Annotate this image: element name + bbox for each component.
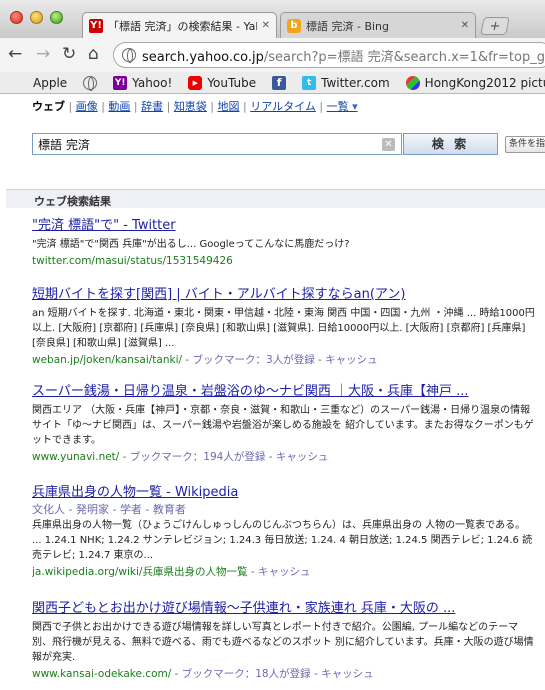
bookmark-twitter[interactable]: t Twitter.com <box>296 75 396 90</box>
search-category-tabs: ウェブ | 画像 | 動画 | 辞書 | 知恵袋 | 地図 | リアルタイム |… <box>32 98 358 114</box>
zoom-window-button[interactable] <box>50 11 63 24</box>
result-title-link[interactable]: スーパー銭湯・日帰り温泉・岩盤浴のゆ〜ナビ関西 ｜大阪・兵庫【神戸 ... <box>32 383 537 400</box>
bookmark-count-link[interactable]: ブックマーク：3人が登録 <box>193 354 315 366</box>
tag-link[interactable]: 学者 <box>120 503 142 516</box>
globe-icon <box>83 75 98 91</box>
result-title-link[interactable]: "完済 標語"で" - Twitter <box>32 217 537 234</box>
tab-more[interactable]: 一覧 <box>327 100 358 113</box>
yahoo-icon: Y! <box>113 75 128 90</box>
bookmark-count-link[interactable]: ブックマーク：194人が登録 <box>130 451 266 463</box>
apple-icon <box>14 76 28 90</box>
picasa-icon <box>405 75 420 90</box>
youtube-icon: ▶ <box>188 75 203 90</box>
search-button[interactable]: 検 索 <box>403 133 498 155</box>
tag-link[interactable]: 教育者 <box>153 503 186 516</box>
search-input[interactable] <box>32 133 402 155</box>
result-title-link[interactable]: 兵庫県出身の人物一覧 - Wikipedia <box>32 484 537 501</box>
result-url-line: www.yunavi.net/ - ブックマーク：194人が登録 - キャッシュ <box>32 451 329 463</box>
results-heading: ウェブ検索結果 <box>6 189 545 208</box>
result-snippet: 兵庫県出身の人物一覧（ひょうごけんしゅっしんのじんぶつちらん）は、兵庫県出身の … <box>32 520 533 561</box>
tag-link[interactable]: 発明家 <box>76 503 109 516</box>
search-results-page: ウェブ | 画像 | 動画 | 辞書 | 知恵袋 | 地図 | リアルタイム |… <box>0 94 545 690</box>
facebook-icon: f <box>272 75 287 90</box>
result-snippet: 関西で子供とお出かけできる遊び場情報を詳しい写真とレポート付きで紹介。公園編, … <box>32 622 534 663</box>
tab-title: 標語 完済 - Bing <box>306 19 390 33</box>
back-arrow-icon[interactable]: ← <box>8 44 22 64</box>
bookmark-youtube[interactable]: ▶ YouTube <box>182 75 262 90</box>
bookmark-count-link[interactable]: ブックマーク：18人が登録 <box>182 668 311 680</box>
bookmarks-bar: Apple Y! Yahoo! ▶ YouTube f t Twitter.co… <box>0 72 545 94</box>
cache-link[interactable]: キャッシュ <box>258 566 311 578</box>
cache-link[interactable]: キャッシュ <box>325 354 378 366</box>
tab-yahoo-search[interactable]: Y! 「標語 完済」の検索結果 - Yahoo! ✕ <box>82 12 277 38</box>
tab-images[interactable]: 画像 <box>76 100 98 113</box>
result-url-line: www.kansai-odekake.com/ - ブックマーク：18人が登録 … <box>32 668 374 680</box>
forward-arrow-icon[interactable]: → <box>36 44 50 64</box>
yahoo-favicon-icon: Y! <box>89 18 103 33</box>
bookmark-facebook[interactable]: f <box>266 75 292 90</box>
result-url[interactable]: ja.wikipedia.org/wiki/兵庫県出身の人物一覧 <box>32 566 247 578</box>
home-icon[interactable]: ⌂ <box>88 44 99 64</box>
tag-link[interactable]: 文化人 <box>32 503 65 516</box>
result-url[interactable]: weban.jp/joken/kansai/tanki/ <box>32 354 182 366</box>
tab-map[interactable]: 地図 <box>218 100 240 113</box>
tab-title: 「標語 完済」の検索結果 - Yahoo! <box>108 19 257 33</box>
browser-toolbar: ← → ↻ ⌂ search.yahoo.co.jp/search?p=標語 完… <box>0 38 545 72</box>
result-url-line: twitter.com/masui/status/1531549426 <box>32 254 537 269</box>
result-url[interactable]: www.yunavi.net/ <box>32 451 119 463</box>
bing-favicon-icon: b <box>287 18 301 33</box>
reload-icon[interactable]: ↻ <box>62 44 76 64</box>
result-tags: 文化人 - 発明家 - 学者 - 教育者 <box>32 503 186 516</box>
result-title-link[interactable]: 関西子どもとお出かけ遊び場情報〜子供連れ・家族連れ 兵庫・大阪の ... <box>32 600 537 617</box>
result-item: スーパー銭湯・日帰り温泉・岩盤浴のゆ〜ナビ関西 ｜大阪・兵庫【神戸 ... 関西… <box>32 383 537 465</box>
bookmark-yahoo[interactable]: Y! Yahoo! <box>107 75 178 90</box>
result-item: 兵庫県出身の人物一覧 - Wikipedia 文化人 - 発明家 - 学者 - … <box>32 484 537 580</box>
result-item: 関西子どもとお出かけ遊び場情報〜子供連れ・家族連れ 兵庫・大阪の ... 関西で… <box>32 600 537 682</box>
tab-realtime[interactable]: リアルタイム <box>250 100 316 113</box>
bookmark-hongkong[interactable]: HongKong2012 pictures <box>400 75 545 90</box>
cache-link[interactable]: キャッシュ <box>321 668 374 680</box>
close-window-button[interactable] <box>10 11 23 24</box>
result-item: "完済 標語"で" - Twitter "完済 標語"で"関西 兵庫"が出るし.… <box>32 217 537 269</box>
globe-icon <box>122 48 136 63</box>
address-bar[interactable]: search.yahoo.co.jp/search?p=標語 完済&search… <box>113 42 545 68</box>
new-tab-button[interactable]: + <box>480 17 510 35</box>
result-item: 短期バイトを探す[関西] | バイト・アルバイト探すならan(アン) an 短期… <box>32 286 537 368</box>
result-url-line: weban.jp/joken/kansai/tanki/ - ブックマーク：3人… <box>32 354 378 366</box>
result-url[interactable]: www.kansai-odekake.com/ <box>32 668 171 680</box>
tab-video[interactable]: 動画 <box>108 100 130 113</box>
tab-web: ウェブ <box>32 100 65 113</box>
result-snippet: "完済 標語"で"関西 兵庫"が出るし... Googleってこんなに馬鹿だっけ… <box>32 239 350 250</box>
url-text: search.yahoo.co.jp/search?p=標語 完済&search… <box>142 49 545 65</box>
twitter-icon: t <box>302 75 317 90</box>
result-url-line: ja.wikipedia.org/wiki/兵庫県出身の人物一覧 - キャッシュ <box>32 566 311 578</box>
result-title-link[interactable]: 短期バイトを探す[関西] | バイト・アルバイト探すならan(アン) <box>32 286 537 303</box>
bookmark-apple[interactable]: Apple <box>8 76 73 90</box>
close-tab-icon[interactable]: ✕ <box>262 20 270 31</box>
result-snippet: 関西エリア （大阪・兵庫【神戸】・京都・奈良・滋賀・和歌山・三重など）のスーパー… <box>32 405 534 446</box>
minimize-window-button[interactable] <box>30 11 43 24</box>
clear-input-icon[interactable]: ✕ <box>382 138 395 151</box>
result-url[interactable]: twitter.com/masui/status/1531549426 <box>32 255 233 267</box>
condition-button[interactable]: 条件を指定 <box>505 136 545 153</box>
tab-dictionary[interactable]: 辞書 <box>141 100 163 113</box>
result-snippet: an 短期バイトを探す. 北海道・東北・関東・甲信越・北陸・東海 関西 中国・四… <box>32 308 535 349</box>
tab-bing-search[interactable]: b 標語 完済 - Bing ✕ <box>280 12 476 38</box>
tab-chiebukuro[interactable]: 知恵袋 <box>174 100 207 113</box>
cache-link[interactable]: キャッシュ <box>276 451 329 463</box>
browser-titlebar: Y! 「標語 完済」の検索結果 - Yahoo! ✕ b 標語 完済 - Bin… <box>0 0 545 38</box>
bookmark-globe[interactable] <box>77 75 103 91</box>
close-tab-icon[interactable]: ✕ <box>461 20 469 31</box>
